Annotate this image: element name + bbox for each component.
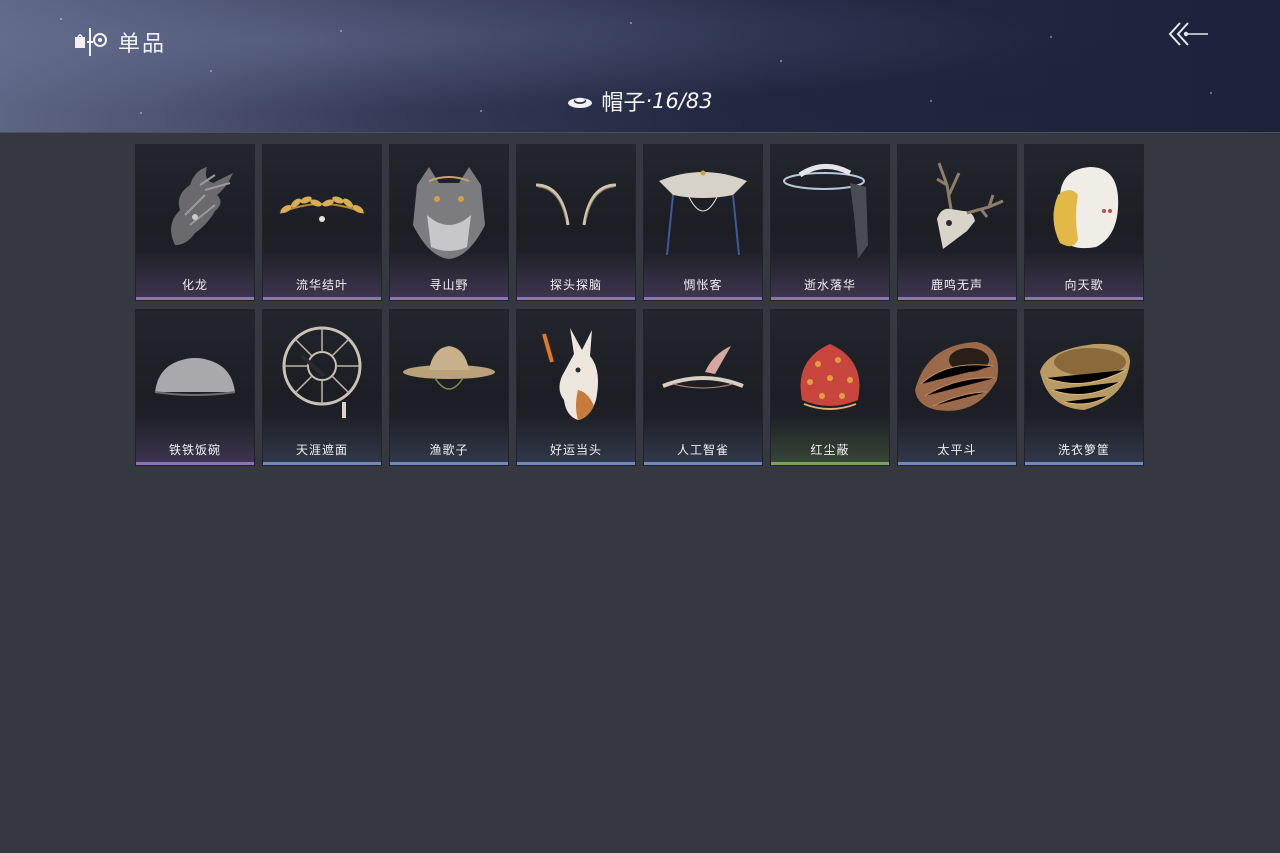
- rarity-bar: [1025, 297, 1143, 300]
- veiled-bamboo-hat-icon: [659, 170, 747, 256]
- rarity-bar: [644, 462, 762, 465]
- dragon-head-icon: [171, 167, 233, 245]
- rarity-bar: [390, 297, 508, 300]
- page-header: 单品: [74, 26, 166, 58]
- item-name: 洗衣箩筐: [1057, 443, 1110, 457]
- rarity-bar: [263, 297, 381, 300]
- golden-laurel-icon: [279, 196, 365, 222]
- item-card[interactable]: 红尘蔽: [771, 310, 889, 465]
- category-header: 帽子 ·16/83: [0, 86, 1280, 116]
- duck-hood-icon: [1053, 167, 1119, 249]
- rarity-bar: [390, 462, 508, 465]
- wardrobe-icon: [75, 28, 107, 56]
- iron-bowl-icon: [154, 358, 236, 396]
- item-name: 向天歌: [1064, 278, 1104, 292]
- item-card[interactable]: 探头探脑: [517, 145, 635, 300]
- item-card[interactable]: 流华结叶: [263, 145, 381, 300]
- item-name: 太平斗: [937, 443, 977, 457]
- woven-basket-hat-icon: [915, 342, 999, 411]
- rarity-bar: [898, 462, 1016, 465]
- rarity-bar: [898, 297, 1016, 300]
- item-card[interactable]: 人工智雀: [644, 310, 762, 465]
- back-arrow-icon: [1168, 22, 1208, 46]
- back-button[interactable]: [1166, 20, 1212, 50]
- item-card[interactable]: 向天歌: [1025, 145, 1143, 300]
- item-name: 逝水落华: [803, 278, 856, 292]
- page-title: 单品: [118, 32, 167, 57]
- item-name: 渔歌子: [429, 443, 469, 457]
- item-card[interactable]: 好运当头: [517, 310, 635, 465]
- item-card[interactable]: 化龙: [136, 145, 254, 300]
- item-name: 红尘蔽: [810, 443, 850, 457]
- straw-hat-icon: [403, 346, 495, 390]
- item-name: 铁铁饭碗: [168, 443, 221, 457]
- item-card[interactable]: 寻山野: [390, 145, 508, 300]
- category-name: 帽子: [601, 91, 646, 116]
- hat-icon: [568, 97, 593, 108]
- antenna-feathers-icon: [535, 183, 617, 226]
- item-name: 天涯遮面: [295, 443, 348, 457]
- rarity-bar: [644, 297, 762, 300]
- item-card[interactable]: 鹿鸣无声: [898, 145, 1016, 300]
- rarity-bar: [771, 297, 889, 300]
- bird-headband-icon: [662, 346, 744, 389]
- item-card[interactable]: 太平斗: [898, 310, 1016, 465]
- category-count: ·16/83: [645, 89, 713, 113]
- item-name: 流华结叶: [295, 278, 348, 292]
- item-card[interactable]: 惆怅客: [644, 145, 762, 300]
- item-card[interactable]: 铁铁饭碗: [136, 310, 254, 465]
- deer-skull-icon: [936, 162, 1004, 249]
- red-cloth-hood-icon: [800, 344, 860, 410]
- item-name: 好运当头: [549, 443, 602, 457]
- wolf-head-icon: [413, 167, 485, 259]
- rarity-bar: [136, 462, 254, 465]
- item-name: 惆怅客: [683, 278, 723, 292]
- floral-veil-hat-icon: [783, 164, 868, 259]
- laundry-basket-icon: [1040, 343, 1130, 410]
- item-name: 化龙: [181, 278, 208, 292]
- item-name: 探头探脑: [549, 278, 602, 292]
- rarity-bar: [771, 462, 889, 465]
- item-name: 寻山野: [429, 278, 469, 292]
- rarity-bar: [517, 297, 635, 300]
- item-card[interactable]: 洗衣箩筐: [1025, 310, 1143, 465]
- rarity-bar: [517, 462, 635, 465]
- item-card[interactable]: 天涯遮面: [263, 310, 381, 465]
- item-card[interactable]: 逝水落华: [771, 145, 889, 300]
- woven-frame-hat-icon: [282, 326, 362, 418]
- rarity-bar: [136, 297, 254, 300]
- item-grid: 化龙 流华结叶 寻山野 探头探脑 惆怅客 逝水落华 鹿鸣无声 向天歌 铁铁饭碗 …: [136, 145, 1144, 465]
- item-name: 鹿鸣无声: [930, 278, 983, 292]
- item-name: 人工智雀: [676, 443, 729, 457]
- donkey-head-icon: [542, 328, 598, 420]
- rarity-bar: [1025, 462, 1143, 465]
- item-card[interactable]: 渔歌子: [390, 310, 508, 465]
- rarity-bar: [263, 462, 381, 465]
